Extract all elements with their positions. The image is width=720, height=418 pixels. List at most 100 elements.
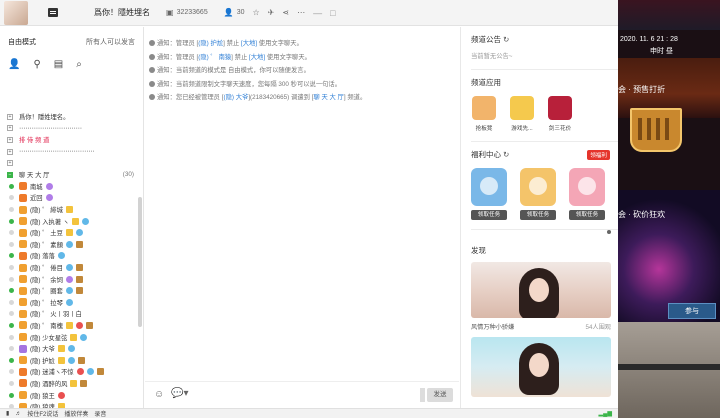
user-row[interactable]: (隐) ゜ 倦目 <box>0 262 138 274</box>
expand-toggle-icon[interactable]: + <box>7 136 13 143</box>
more-icon[interactable]: ⋯ <box>297 8 305 17</box>
ad-banner[interactable]: 2020. 11. 6 21 : 28 申时 昼 会 · 预售打折 会 · 砍价… <box>618 0 720 418</box>
search-icon[interactable]: ⌕ <box>76 59 82 70</box>
send-button[interactable]: 发送 <box>427 388 453 402</box>
user-row[interactable]: (隐) ゜ 圈套 <box>0 285 138 297</box>
user-row[interactable]: (隐) 落落 <box>0 250 138 262</box>
play-accompaniment-button[interactable]: 播放伴奏 <box>64 409 88 418</box>
message-user-link[interactable]: (隐) 护尬 <box>198 40 223 47</box>
user-row[interactable]: (隐) 狼王 <box>0 389 138 401</box>
room-avatar[interactable] <box>4 0 28 25</box>
app-tile[interactable]: 剑三花价 <box>547 96 573 132</box>
user-row[interactable]: 南城 <box>0 181 138 193</box>
user-row[interactable]: (隐) ゜ 緋城 <box>0 204 138 216</box>
status-dot-icon <box>9 369 14 375</box>
channel-row[interactable]: + ⋯⋯⋯⋯⋯⋯⋯⋯⋯⋯ <box>0 123 138 135</box>
user-row[interactable]: (隐) ゜ 素顏 <box>0 239 138 251</box>
record-button[interactable]: 录音 <box>94 409 106 418</box>
expand-toggle-icon[interactable]: + <box>7 113 13 120</box>
expand-toggle-icon[interactable]: + <box>7 125 13 132</box>
message-user-link[interactable]: (隐) ゜ 南猿 <box>198 54 231 61</box>
brown-badge-icon <box>96 368 104 376</box>
mic-settings-icon[interactable]: ♬ <box>15 411 21 417</box>
channel-row[interactable]: + <box>0 157 138 169</box>
notes-icon[interactable]: ▤ <box>54 59 63 70</box>
app-tile[interactable]: 游戏先... <box>509 96 535 132</box>
favorite-icon[interactable]: ☆ <box>252 8 259 17</box>
carousel-dot[interactable] <box>607 230 611 234</box>
welfare-card: 领取任务 <box>471 168 509 220</box>
channel-tree: + 爲你！隱姓埋名。 + ⋯⋯⋯⋯⋯⋯⋯⋯⋯⋯ + 排 侍 频 道 + ⋯⋯⋯⋯⋯⋯⋯⋯⋯⋯⋯… <box>0 111 138 408</box>
user-row[interactable]: (隐) ゜ 土豆 <box>0 227 138 239</box>
location-icon[interactable]: ⚲ <box>33 59 40 70</box>
maximize-icon[interactable]: □ <box>330 8 335 18</box>
user-row[interactable]: (隐) 入执著 ヽ <box>0 215 138 227</box>
crown-badge-icon <box>70 379 78 387</box>
user-row[interactable]: (隐) 少女星弦 <box>0 331 138 343</box>
status-dot-icon <box>9 218 14 224</box>
expand-toggle-icon[interactable]: − <box>7 171 13 178</box>
user-row[interactable]: (隐) 狼魂 <box>0 401 138 408</box>
channel-row[interactable]: + ⋯⋯⋯⋯⋯⋯⋯⋯⋯⋯⋯⋯ <box>0 146 138 158</box>
user-row[interactable]: (隐) 迷浦ヽ不惊 <box>0 366 138 378</box>
live-thumbnail[interactable] <box>471 337 611 397</box>
push-to-talk-button[interactable]: 按住F2说话 <box>27 409 58 418</box>
user-row[interactable]: (隐) ゜ 火丨羽丨白 <box>0 308 138 320</box>
row-label: (隐) 狼王 <box>30 392 55 400</box>
user-row[interactable]: (隐) ゜ 余饲 <box>0 273 138 285</box>
user-icon[interactable]: 👤 <box>8 59 20 70</box>
app-tile[interactable]: 抢板凳 <box>471 96 497 132</box>
live-title[interactable]: 风情万种小骄嫌 <box>471 322 514 331</box>
scrollbar[interactable] <box>138 197 142 327</box>
room-info-icon[interactable] <box>48 8 58 17</box>
user-row[interactable]: (隐) ゜ 南槐 <box>0 320 138 332</box>
refresh-icon[interactable]: ↻ <box>503 150 509 159</box>
refresh-icon[interactable]: ↻ <box>503 35 509 44</box>
join-button[interactable]: 参与 <box>668 303 716 319</box>
user-row[interactable]: (隐) 护尬 <box>0 354 138 366</box>
blue-badge-icon <box>67 345 75 353</box>
minimize-icon[interactable]: — <box>313 8 322 18</box>
claim-task-button[interactable]: 领取任务 <box>520 210 556 220</box>
channel-row[interactable]: + 爲你！隱姓埋名。 <box>0 111 138 123</box>
message-style-icon[interactable]: 💬▾ <box>171 388 188 399</box>
status-dot-icon <box>9 392 14 398</box>
user-row[interactable]: 近回 <box>0 192 138 204</box>
status-dot-icon <box>9 241 14 247</box>
user-row[interactable]: (隐) ゜ 拉琴 <box>0 297 138 309</box>
channel-hall[interactable]: − 聊 天 大 厅 (30) <box>0 169 138 181</box>
user-level-icon <box>19 379 27 388</box>
info-icon <box>149 80 155 87</box>
claim-task-button[interactable]: 领取任务 <box>471 210 507 220</box>
info-icon <box>149 67 155 74</box>
plane-icon[interactable]: ✈ <box>268 8 275 17</box>
row-label: (隐) 入执著 ヽ <box>30 218 70 226</box>
welfare-card-art <box>471 168 507 206</box>
user-row[interactable]: (隐) 酒醉的风 <box>0 378 138 390</box>
status-dot-icon <box>9 207 14 213</box>
get-welfare-button[interactable]: 领福利 <box>587 149 610 160</box>
chat-input-area[interactable]: ☺ 💬▾ 发送 <box>145 381 459 408</box>
input-cursor <box>420 388 425 402</box>
top-bar: 爲你！隱姓埋名 ▣ 32233665 👤 30 ☆ ✈ ⋖ ⋯ — □ <box>0 0 618 26</box>
expand-toggle-icon[interactable]: + <box>7 148 13 155</box>
claim-task-button[interactable]: 领取任务 <box>569 210 605 220</box>
share-icon[interactable]: ⋖ <box>282 8 289 17</box>
live-thumbnail[interactable] <box>471 262 611 318</box>
message-text: 通知：当前频道限制文字聊天速度，您每隔 300 秒可以说一句话。 <box>157 80 342 88</box>
crown-badge-icon <box>65 229 73 237</box>
room-title: 爲你！隱姓埋名 <box>94 8 150 17</box>
message-target: 聊 天 大 厅 <box>313 94 344 102</box>
user-row[interactable]: (隐) 大爷 <box>0 343 138 355</box>
message-user-link[interactable]: (隐) 大爷 <box>223 94 248 101</box>
emoji-icon[interactable]: ☺ <box>154 389 164 400</box>
info-panel: 频道公告 ↻ 当前暂无公告~ 频道应用 抢板凳 游戏先... 剑三花价 福利中心 ↻ 领… <box>460 27 618 408</box>
microphone-icon[interactable]: ▮ <box>6 410 9 417</box>
user-level-icon <box>19 240 27 249</box>
user-level-icon <box>19 333 27 342</box>
crown-badge-icon <box>65 206 73 214</box>
channel-row[interactable]: + 排 侍 频 道 <box>0 134 138 146</box>
expand-toggle-icon[interactable]: + <box>7 160 13 167</box>
row-label: 南城 <box>30 183 43 191</box>
bottom-toolbar: ▮ ♬ 按住F2说话 播放伴奏 录音 ▂▄▆ <box>0 408 618 418</box>
